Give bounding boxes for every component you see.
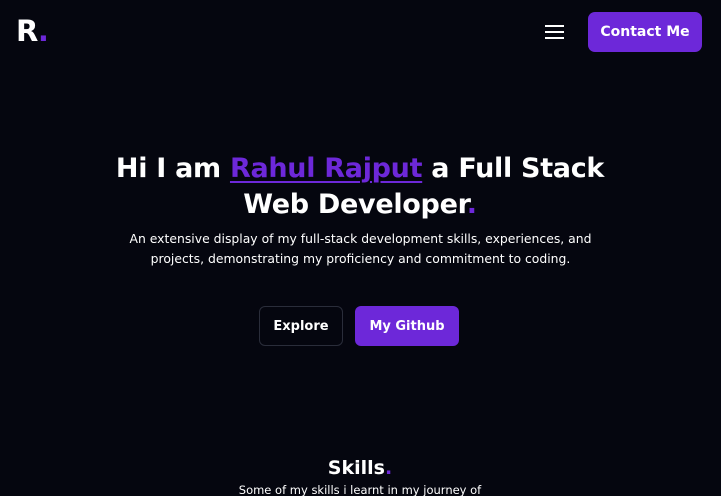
- hamburger-menu-icon[interactable]: [545, 24, 566, 42]
- hero-description: An extensive display of my full-stack de…: [129, 231, 592, 266]
- skills-title-dot: .: [384, 457, 393, 479]
- contact-me-button[interactable]: Contact Me: [588, 12, 702, 52]
- portfolio-page: R. Contact Me Hi I am Rahul Rajput a Ful…: [0, 0, 721, 496]
- logo-letter: R: [16, 14, 39, 48]
- site-logo[interactable]: R.: [16, 14, 49, 48]
- skills-title-text: Skills: [327, 457, 385, 479]
- skills-title: Skills.: [260, 456, 460, 480]
- hero-name-link[interactable]: Rahul Rajput: [230, 153, 423, 184]
- hero-title: Hi I am Rahul Rajput a Full Stack Web De…: [110, 151, 610, 223]
- my-github-button[interactable]: My Github: [355, 306, 459, 346]
- menu-bar: [545, 25, 564, 27]
- hero-title-dot: .: [466, 189, 477, 220]
- skills-description: Some of my skills i learnt in my journey…: [238, 483, 482, 496]
- hero-title-prefix: Hi I am: [115, 153, 230, 184]
- menu-bar: [545, 31, 564, 33]
- menu-bar: [545, 37, 564, 39]
- logo-dot: .: [37, 14, 49, 48]
- explore-button[interactable]: Explore: [259, 306, 343, 346]
